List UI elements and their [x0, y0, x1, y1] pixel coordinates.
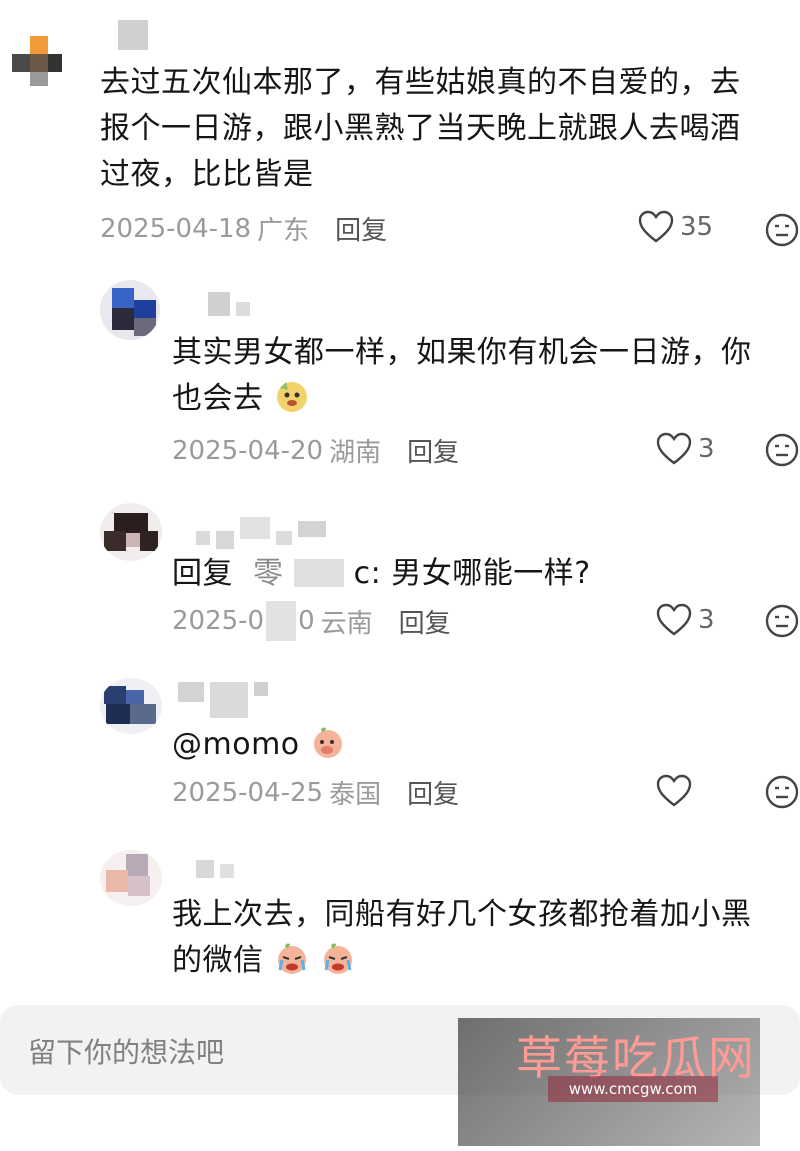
username-blurred[interactable]	[196, 860, 234, 878]
like-count: 35	[680, 212, 714, 242]
comment-text: 去过五次仙本那了，有些姑娘真的不自爱的，去 报个一日游，跟小黑熟了当天晚上就跟人…	[100, 65, 741, 192]
blur-patch	[293, 559, 344, 587]
comment-date: 2025-04-25	[172, 777, 324, 808]
meh-face-icon[interactable]	[764, 432, 800, 468]
comment-location: 湖南	[329, 438, 382, 468]
peach-emoji-icon	[313, 727, 342, 758]
comment-text: 回复 零 c: 男女哪能一样?	[172, 556, 591, 591]
watermark-url: www.cmcgw.com	[548, 1076, 718, 1102]
comment-1: 去过五次仙本那了，有些姑娘真的不自爱的，去 报个一日游，跟小黑熟了当天晚上就跟人…	[0, 0, 800, 260]
dog-emoji-icon	[276, 382, 307, 412]
heart-outline-icon	[656, 774, 692, 807]
username-blurred[interactable]	[178, 682, 268, 718]
reply-comment-2: 回复 零 c: 男女哪能一样? 2025-0 0 云南 回复 3	[0, 495, 800, 655]
blur-patch	[266, 601, 297, 641]
reply-button[interactable]: 回复	[407, 774, 459, 811]
comment-text: 我上次去，同船有好几个女孩都抢着加小黑 的微信	[172, 897, 752, 978]
like-count: 3	[698, 434, 715, 464]
like-button[interactable]: 35	[638, 210, 713, 244]
like-button[interactable]: 3	[656, 603, 715, 637]
comment-text: @momo	[172, 722, 346, 768]
reply-comment-3: @momo 2025-04-25 泰国 回复	[0, 670, 800, 830]
avatar[interactable]	[4, 30, 64, 90]
reply-button[interactable]: 回复	[407, 432, 459, 469]
username-blurred[interactable]	[196, 517, 326, 549]
comment-location: 云南	[320, 608, 373, 639]
reply-prefix: 回复	[172, 556, 233, 591]
heart-outline-icon	[656, 432, 692, 465]
comment-location: 泰国	[329, 780, 382, 810]
avatar[interactable]	[100, 503, 162, 561]
comment-meta: 2025-04-18 广东 回复	[100, 210, 387, 247]
heart-outline-icon	[656, 603, 692, 636]
mention-link[interactable]: @momo	[172, 727, 300, 762]
comment-input-placeholder: 留下你的想法吧	[28, 1036, 225, 1069]
comment-text: 其实男女都一样，如果你有机会一日游，你 也会去	[172, 335, 752, 416]
like-count: 3	[698, 605, 715, 635]
meh-face-icon[interactable]	[764, 603, 800, 639]
meh-face-icon[interactable]	[764, 774, 800, 810]
like-button[interactable]: 3	[656, 432, 715, 466]
meh-face-icon[interactable]	[764, 212, 800, 248]
comment-date: 2025-0	[172, 606, 265, 636]
reply-target[interactable]: 零	[253, 556, 284, 591]
username-blurred[interactable]	[118, 20, 148, 50]
reply-button[interactable]: 回复	[399, 603, 451, 640]
comment-meta: 2025-04-25 泰国 回复	[172, 774, 459, 811]
heart-outline-icon	[638, 210, 674, 243]
like-button[interactable]	[656, 774, 698, 808]
reply-comment-1: 其实男女都一样，如果你有机会一日游，你 也会去 2025-04-20 湖南 回复…	[0, 270, 800, 480]
comment-meta: 2025-0 0 云南 回复	[172, 601, 451, 641]
comment-location: 广东	[257, 216, 310, 246]
avatar[interactable]	[100, 280, 160, 340]
avatar[interactable]	[100, 850, 162, 906]
reply-comment-4: 我上次去，同船有好几个女孩都抢着加小黑 的微信	[0, 840, 800, 990]
comment-date: 2025-04-18	[100, 213, 252, 244]
comment-meta: 2025-04-20 湖南 回复	[172, 432, 459, 469]
comment-date: 2025-04-20	[172, 435, 324, 466]
avatar[interactable]	[100, 678, 162, 734]
crying-emoji-icon	[277, 943, 306, 974]
watermark: 草莓吃瓜网 www.cmcgw.com	[458, 1018, 760, 1146]
reply-button[interactable]: 回复	[335, 210, 387, 247]
username-blurred[interactable]	[208, 292, 250, 316]
crying-emoji-icon	[323, 943, 352, 974]
